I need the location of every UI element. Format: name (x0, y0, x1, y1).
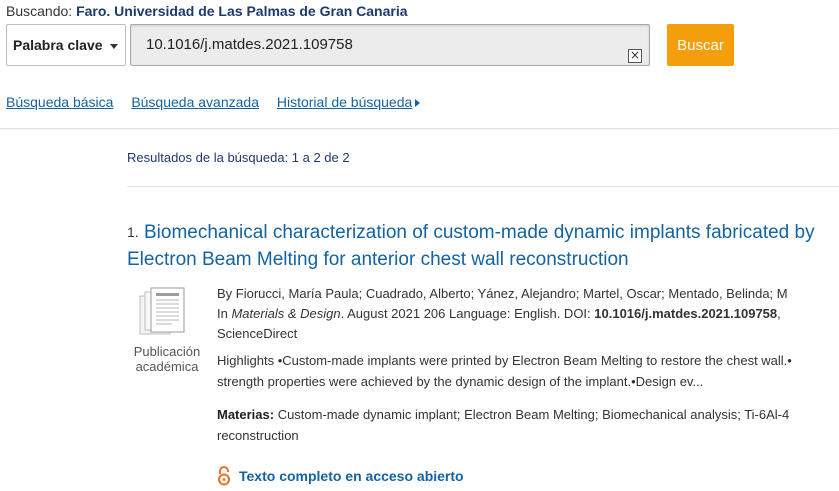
search-box: × (130, 24, 650, 66)
search-input[interactable] (131, 25, 626, 65)
open-access-full-text-link[interactable]: Texto completo en acceso abierto (239, 468, 464, 484)
source-prefix: In (217, 306, 232, 321)
search-history-link[interactable]: Historial de búsqueda (277, 94, 412, 110)
search-field-select[interactable]: Palabra clave (6, 24, 126, 66)
subjects-list: Custom-made dynamic implant; Electron Be… (274, 407, 790, 422)
results-divider (127, 186, 839, 187)
search-button[interactable]: Buscar (667, 24, 734, 66)
abstract-line: strength properties were achieved by the… (217, 374, 704, 389)
subjects-list-continued: reconstruction (217, 428, 299, 443)
header-divider (0, 128, 839, 129)
result-subjects: Materias: Custom-made dynamic implant; E… (217, 404, 839, 446)
caret-down-icon (110, 44, 118, 49)
result-provider: ScienceDirect (217, 326, 298, 341)
searching-line: Buscando: Faro. Universidad de Las Palma… (6, 3, 408, 19)
subjects-label: Materias: (217, 407, 275, 422)
searching-label: Buscando: (6, 3, 73, 19)
advanced-search-link[interactable]: Búsqueda avanzada (131, 94, 259, 110)
search-field-select-label: Palabra clave (13, 37, 103, 53)
basic-search-link[interactable]: Búsqueda básica (6, 94, 113, 110)
doi-suffix: , (777, 306, 781, 321)
abstract-line: Highlights •Custom-made implants were pr… (217, 353, 792, 368)
document-type-label: Publicación académica (133, 344, 201, 374)
result-source: In Materials & Design. August 2021 206 L… (217, 304, 839, 324)
result-authors: By Fiorucci, María Paula; Cuadrado, Albe… (217, 286, 788, 301)
journal-name: Materials & Design (231, 306, 341, 321)
open-access-lock-icon (218, 466, 230, 486)
chevron-right-icon (415, 99, 421, 108)
result-doi: 10.1016/j.matdes.2021.109758 (594, 306, 778, 321)
result-metadata: By Fiorucci, María Paula; Cuadrado, Albe… (217, 284, 839, 344)
result-title-link[interactable]: Biomechanical characterization of custom… (127, 219, 827, 273)
result-abstract: Highlights •Custom-made implants were pr… (217, 350, 839, 392)
source-details: . August 2021 206 Language: English. DOI… (340, 306, 595, 321)
document-icon[interactable] (136, 287, 188, 341)
database-name: Faro. Universidad de Las Palmas de Gran … (76, 3, 408, 19)
search-nav-links: Búsqueda básica Búsqueda avanzada Histor… (6, 94, 421, 110)
results-summary: Resultados de la búsqueda: 1 a 2 de 2 (127, 150, 350, 165)
clear-icon[interactable]: × (628, 49, 642, 63)
